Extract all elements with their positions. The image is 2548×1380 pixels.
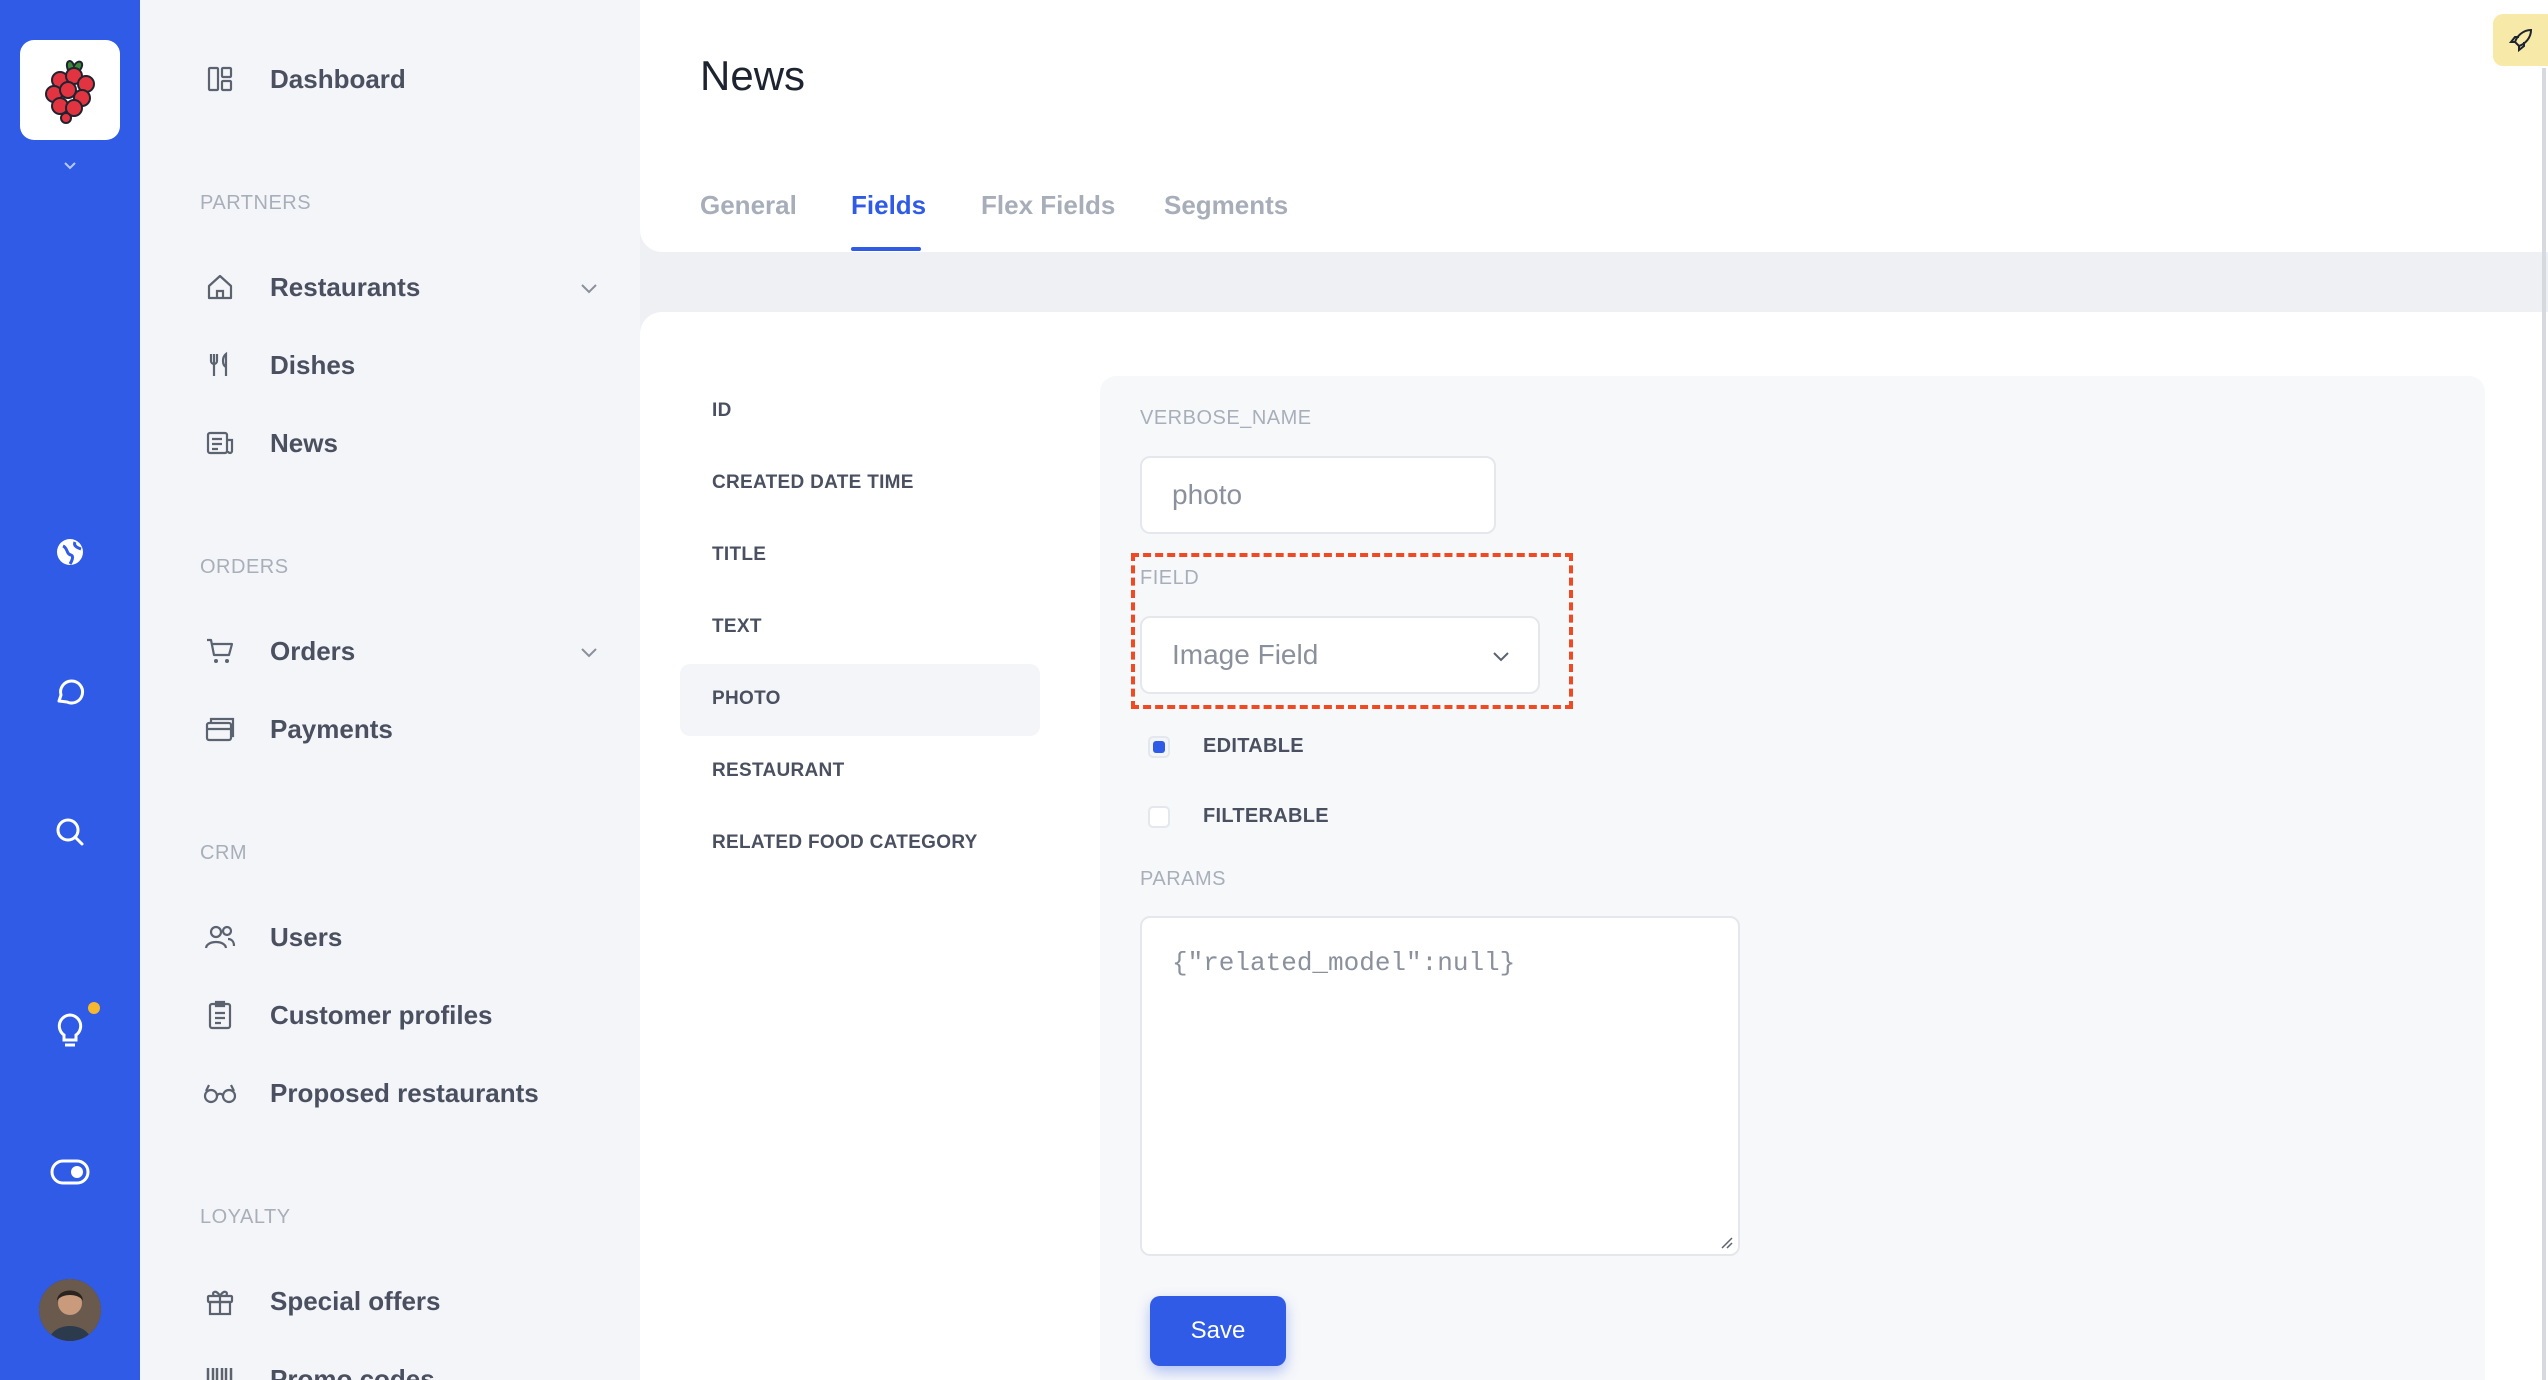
field-list-item-restaurant[interactable]: RESTAURANT: [712, 760, 844, 782]
cart-icon: [200, 631, 240, 671]
tab-flex-fields[interactable]: Flex Fields: [981, 190, 1115, 221]
field-type-value: Image Field: [1172, 639, 1319, 670]
gift-icon: [200, 1281, 240, 1321]
chevron-down-icon[interactable]: [578, 641, 600, 663]
rocket-icon: [2508, 28, 2532, 53]
scrollbar-track[interactable]: [2542, 68, 2546, 1380]
sidebar-item-dashboard[interactable]: Dashboard: [200, 54, 600, 104]
users-icon: [200, 917, 240, 957]
section-label-partners: PARTNERS: [200, 192, 312, 214]
save-button[interactable]: Save: [1150, 1296, 1286, 1366]
field-type-select[interactable]: Image Field: [1140, 616, 1540, 694]
verbose-name-value: photo: [1172, 479, 1243, 510]
dashboard-icon: [200, 59, 240, 99]
field-list-item-id[interactable]: ID: [712, 400, 732, 422]
sidebar-item-label: News: [270, 427, 338, 458]
field-list-item-text[interactable]: TEXT: [712, 616, 762, 638]
home-icon: [200, 267, 240, 307]
sidebar-item-customer-profiles[interactable]: Customer profiles: [200, 990, 600, 1040]
page-header: News: [640, 0, 2548, 252]
field-list-item-title[interactable]: TITLE: [712, 544, 766, 566]
sidebar-item-payments[interactable]: Payments: [200, 704, 600, 754]
sidebar-item-restaurants[interactable]: Restaurants: [200, 262, 600, 312]
sidebar-item-label: Users: [270, 921, 343, 952]
globe-icon[interactable]: [48, 530, 92, 574]
verbose-name-input[interactable]: photo: [1140, 456, 1496, 534]
field-list-item-related-food-category[interactable]: RELATED FOOD CATEGORY: [712, 832, 978, 854]
chevron-down-icon[interactable]: [578, 277, 600, 299]
params-value: {"related_model":null}: [1172, 948, 1516, 978]
field-list-item-created-date-time[interactable]: CREATED DATE TIME: [712, 472, 914, 494]
section-label-crm: CRM: [200, 842, 248, 864]
sidebar-item-orders[interactable]: Orders: [200, 626, 600, 676]
sidebar-item-label: Restaurants: [270, 271, 421, 302]
verbose-name-label: VERBOSE_NAME: [1140, 407, 1312, 429]
sidebar-item-dishes[interactable]: Dishes: [200, 340, 600, 390]
rocket-button[interactable]: [2493, 14, 2548, 66]
wallet-icon: [200, 709, 240, 749]
sidebar-item-label: Promo codes: [270, 1363, 435, 1380]
lightbulb-icon[interactable]: [48, 1008, 92, 1052]
glasses-icon: [200, 1073, 240, 1113]
sidebar-item-label: Special offers: [270, 1285, 441, 1316]
params-label: PARAMS: [1140, 868, 1226, 890]
page-title: News: [700, 52, 806, 99]
sidebar-item-proposed-restaurants[interactable]: Proposed restaurants: [200, 1068, 600, 1118]
chevron-down-icon[interactable]: [60, 155, 80, 175]
tab-general[interactable]: General: [700, 190, 797, 221]
sidebar-item-label: Customer profiles: [270, 999, 493, 1030]
sidebar-item-special-offers[interactable]: Special offers: [200, 1276, 600, 1326]
fork-knife-icon: [200, 345, 240, 385]
sidebar-item-news[interactable]: News: [200, 418, 600, 468]
chat-icon[interactable]: [48, 670, 92, 714]
raspberry-logo-icon: [45, 60, 95, 124]
newspaper-icon: [200, 423, 240, 463]
app-rail: [0, 0, 140, 1380]
filterable-label: FILTERABLE: [1203, 805, 1329, 827]
field-type-label: FIELD: [1140, 567, 1200, 589]
chevron-down-icon: [1493, 652, 1509, 662]
active-tab-indicator: [851, 247, 921, 251]
sidebar-item-label: Dishes: [270, 349, 356, 380]
app-logo[interactable]: [20, 40, 120, 140]
filterable-checkbox[interactable]: [1148, 806, 1170, 828]
editable-label: EDITABLE: [1203, 735, 1304, 757]
user-avatar[interactable]: [39, 1279, 101, 1341]
clipboard-icon: [200, 995, 240, 1035]
sidebar-item-label: Proposed restaurants: [270, 1077, 539, 1108]
tab-fields[interactable]: Fields: [851, 190, 926, 221]
resize-grip-icon[interactable]: [1718, 1234, 1734, 1250]
section-label-loyalty: LOYALTY: [200, 1206, 291, 1228]
search-icon[interactable]: [48, 810, 92, 854]
notification-dot: [88, 1002, 100, 1014]
barcode-icon: [200, 1359, 240, 1380]
sidebar-item-label: Orders: [270, 635, 356, 666]
field-list-item-photo[interactable]: PHOTO: [712, 688, 781, 710]
sidebar-item-label: Payments: [270, 713, 393, 744]
section-label-orders: ORDERS: [200, 556, 289, 578]
params-textarea[interactable]: {"related_model":null}: [1140, 916, 1740, 1256]
toggle-icon[interactable]: [48, 1150, 92, 1194]
editable-checkbox[interactable]: [1148, 736, 1170, 758]
sidebar-item-label: Dashboard: [270, 63, 406, 94]
sidebar-item-promo-codes[interactable]: Promo codes: [200, 1354, 600, 1380]
tab-segments[interactable]: Segments: [1164, 190, 1288, 221]
sidebar-item-users[interactable]: Users: [200, 912, 600, 962]
